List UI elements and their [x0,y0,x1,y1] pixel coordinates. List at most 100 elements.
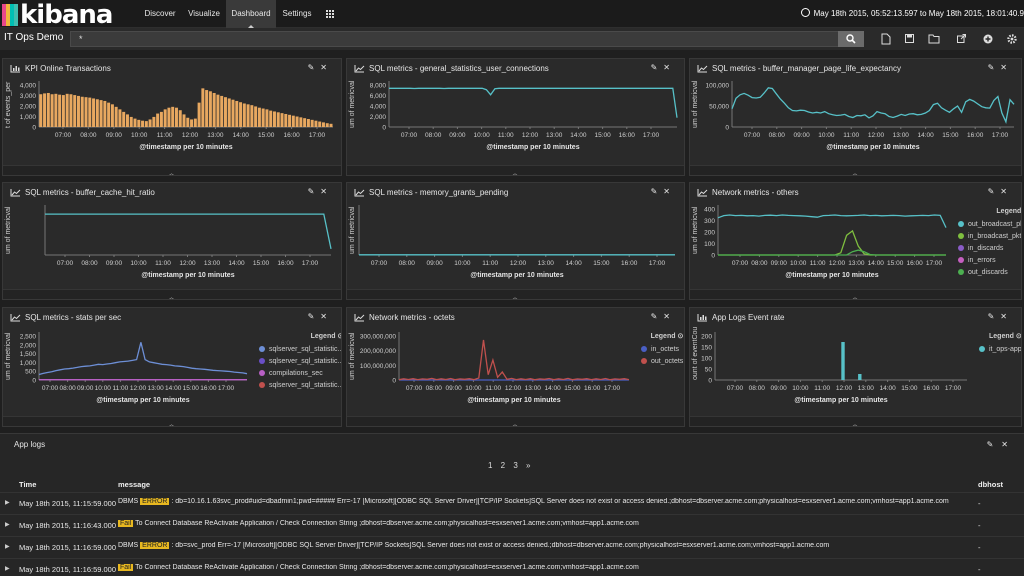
bar [269,110,273,127]
column-header-message[interactable]: message [118,480,150,489]
y-axis-label: um of metricval [692,206,699,254]
y-tick-label: 300 [704,218,715,225]
expand-row-icon[interactable]: ▶ [5,565,10,572]
x-tick-label: 07:00 [406,385,423,392]
x-tick-label: 11:00 [155,260,171,267]
apps-icon[interactable] [320,0,340,28]
legend-item[interactable]: out_discards [958,267,1021,279]
x-tick-label: 08:00 [426,385,443,392]
bar [61,95,65,127]
x-tick-label: 09:00 [106,132,123,139]
column-header-time[interactable]: Time [19,480,36,489]
share-icon[interactable] [956,33,968,45]
table-row[interactable]: ▶ May 18th 2015, 11:16:43.000 Fail To Conn… [0,514,1024,536]
series-line [45,213,332,250]
bar [186,117,190,127]
chevron-up-icon: ︿ [851,421,859,427]
x-tick-label: 16:00 [200,385,217,392]
chevron-up-icon: ︿ [511,294,519,300]
legend-swatch [958,221,964,227]
y-tick-label: 0 [725,125,729,132]
highlight-badge: ERROR [140,542,170,549]
x-tick-label: 14:00 [570,132,587,139]
table-row[interactable]: ▶ May 18th 2015, 11:16:59.000 Fail To Conn… [0,558,1024,576]
bar [103,100,107,127]
new-dashboard-icon[interactable] [880,33,892,45]
legend-item[interactable]: sqlserver_sql_statistic... [259,380,341,392]
bar [306,119,310,127]
x-tick-label: 09:00 [771,260,788,267]
legend-item[interactable]: out_broadcast_pkts [958,219,1021,231]
x-tick-label: 15:00 [183,385,200,392]
close-icon[interactable]: ✕ [1001,440,1016,449]
series-line [38,342,248,376]
y-axis-label: t of events_per [5,81,12,128]
x-tick-label: 13:00 [525,385,542,392]
legend-title[interactable]: Legend ⊙ [641,332,684,340]
legend-item[interactable]: in_discards [958,243,1021,255]
pagination[interactable]: 1 2 3 » [488,461,530,470]
legend-item[interactable]: in_errors [958,255,1021,267]
highlight-badge: Fail [118,520,134,527]
settings-icon[interactable] [1006,33,1018,45]
table-row[interactable]: ▶ May 18th 2015, 11:15:59.000 DBMS ERROR :… [0,492,1024,514]
bar [182,114,186,127]
query-input[interactable]: * [70,31,840,47]
x-axis-label: @timestamp per 10 minutes [486,144,579,151]
x-tick-label: 09:00 [793,132,810,139]
highlight-badge: ERROR [140,498,170,505]
bar [114,106,118,127]
nav-tab-discover[interactable]: Discover [138,0,182,28]
legend-item[interactable]: compilations_sec [259,368,341,380]
column-header-dbhost[interactable]: dbhost [978,480,1003,489]
legend-title[interactable]: Legend ⊙ [979,332,1021,340]
x-tick-label: 08:00 [425,132,442,139]
open-icon[interactable] [928,33,940,45]
bar [144,121,148,127]
bar [43,93,47,127]
add-panel-icon[interactable] [982,33,994,45]
expand-row-icon[interactable]: ▶ [5,521,10,528]
bar [201,88,205,127]
edit-icon[interactable]: ✎ [987,440,1002,449]
highlight-badge: Fail [118,564,134,571]
chevron-up-icon: ︿ [168,170,175,176]
x-tick-label: 16:00 [283,132,300,139]
bar [841,342,845,380]
x-axis-label: @timestamp per 10 minutes [470,272,563,279]
bar [58,94,62,127]
nav-tab-visualize[interactable]: Visualize [182,0,226,28]
x-tick-label: 13:00 [147,385,164,392]
legend-item[interactable]: out_octets [641,356,683,368]
legend-item[interactable]: sqlserver_sql_statistic... [259,344,341,356]
bar [197,102,201,127]
nav-tab-settings[interactable]: Settings [276,0,318,28]
x-tick-label: 07:00 [744,132,761,139]
y-tick-label: 2,500 [20,334,37,341]
legend-item[interactable]: in_octets [641,344,683,356]
bar [50,94,54,127]
chevron-up-icon: ︿ [168,421,175,427]
x-tick-label: 17:00 [945,385,962,392]
legend-item[interactable]: it_ops-app [979,344,1021,356]
save-icon[interactable] [904,33,916,45]
kibana-logo[interactable]: kibana [2,2,113,28]
expand-row-icon[interactable]: ▶ [5,499,10,506]
bar [118,109,122,127]
search-button[interactable] [838,31,864,47]
legend-title[interactable]: Legend ⊙ [958,207,1021,215]
legend-item[interactable]: sqlserver_sql_statistic... [259,356,341,368]
panel-p8: Network metrics - octets ✎✕ ︿ um of metricv… [346,307,685,427]
time-range-picker[interactable]: May 18th 2015, 05:52:13.597 to May 18th … [800,0,1024,28]
table-row[interactable]: ▶ May 18th 2015, 11:16:59.000 DBMS ERROR :… [0,536,1024,558]
x-tick-label: 12:00 [868,132,885,139]
y-axis-label: um of metricval [5,332,12,380]
legend-item[interactable]: in_broadcast_pkts [958,231,1021,243]
legend-title[interactable]: Legend ⊙ [259,332,341,340]
bar [239,102,243,127]
nav-tab-dashboard[interactable]: Dashboard [226,0,276,28]
panel-p9: App Logs Event rate ✎✕ ︿ ount of eventCou 20… [689,307,1022,427]
x-tick-label: 12:00 [182,132,199,139]
expand-row-icon[interactable]: ▶ [5,543,10,550]
bar [246,104,250,127]
